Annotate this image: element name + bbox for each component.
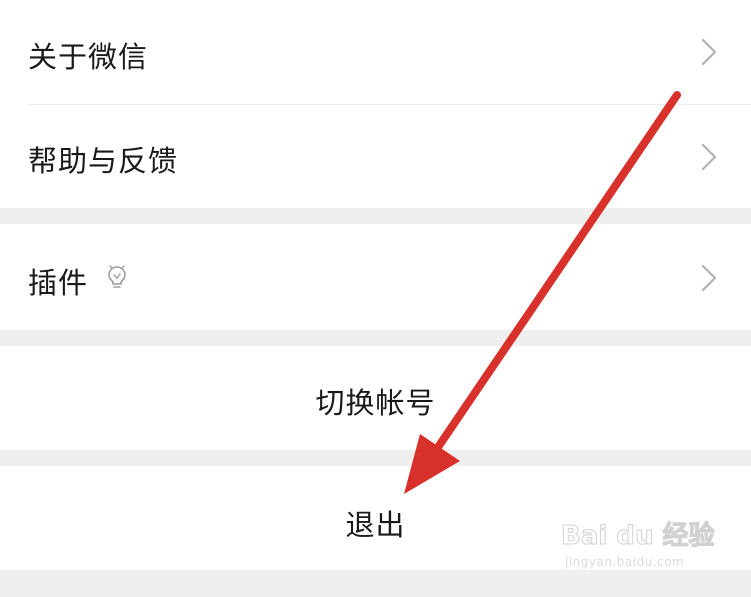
settings-group-plugins: 插件 [0, 224, 751, 330]
plugins-label: 插件 [28, 266, 89, 300]
settings-screen: 关于微信 帮助与反馈 插件 切换帐号 退出 Bai du 经验 jingyan.… [0, 0, 751, 597]
switch-account-button[interactable]: 切换帐号 [0, 346, 751, 450]
baidu-jingyan-watermark: Bai du 经验 jingyan.baidu.com [561, 515, 715, 581]
settings-group-switch-account: 切换帐号 [0, 346, 751, 450]
watermark-url: jingyan.baidu.com [565, 555, 685, 569]
help-feedback-row[interactable]: 帮助与反馈 [0, 105, 751, 208]
chevron-right-icon [701, 143, 717, 171]
settings-group-about-help: 关于微信 帮助与反馈 [0, 0, 751, 208]
help-feedback-label: 帮助与反馈 [28, 144, 179, 178]
plugins-row[interactable]: 插件 [0, 224, 751, 330]
lightbulb-icon [108, 265, 126, 288]
about-wechat-row[interactable]: 关于微信 [0, 0, 751, 104]
chevron-right-icon [701, 264, 717, 292]
about-wechat-label: 关于微信 [28, 40, 149, 74]
switch-account-label: 切换帐号 [315, 386, 436, 420]
chevron-right-icon [701, 38, 717, 66]
watermark-brand: Bai du 经验 [561, 521, 715, 552]
